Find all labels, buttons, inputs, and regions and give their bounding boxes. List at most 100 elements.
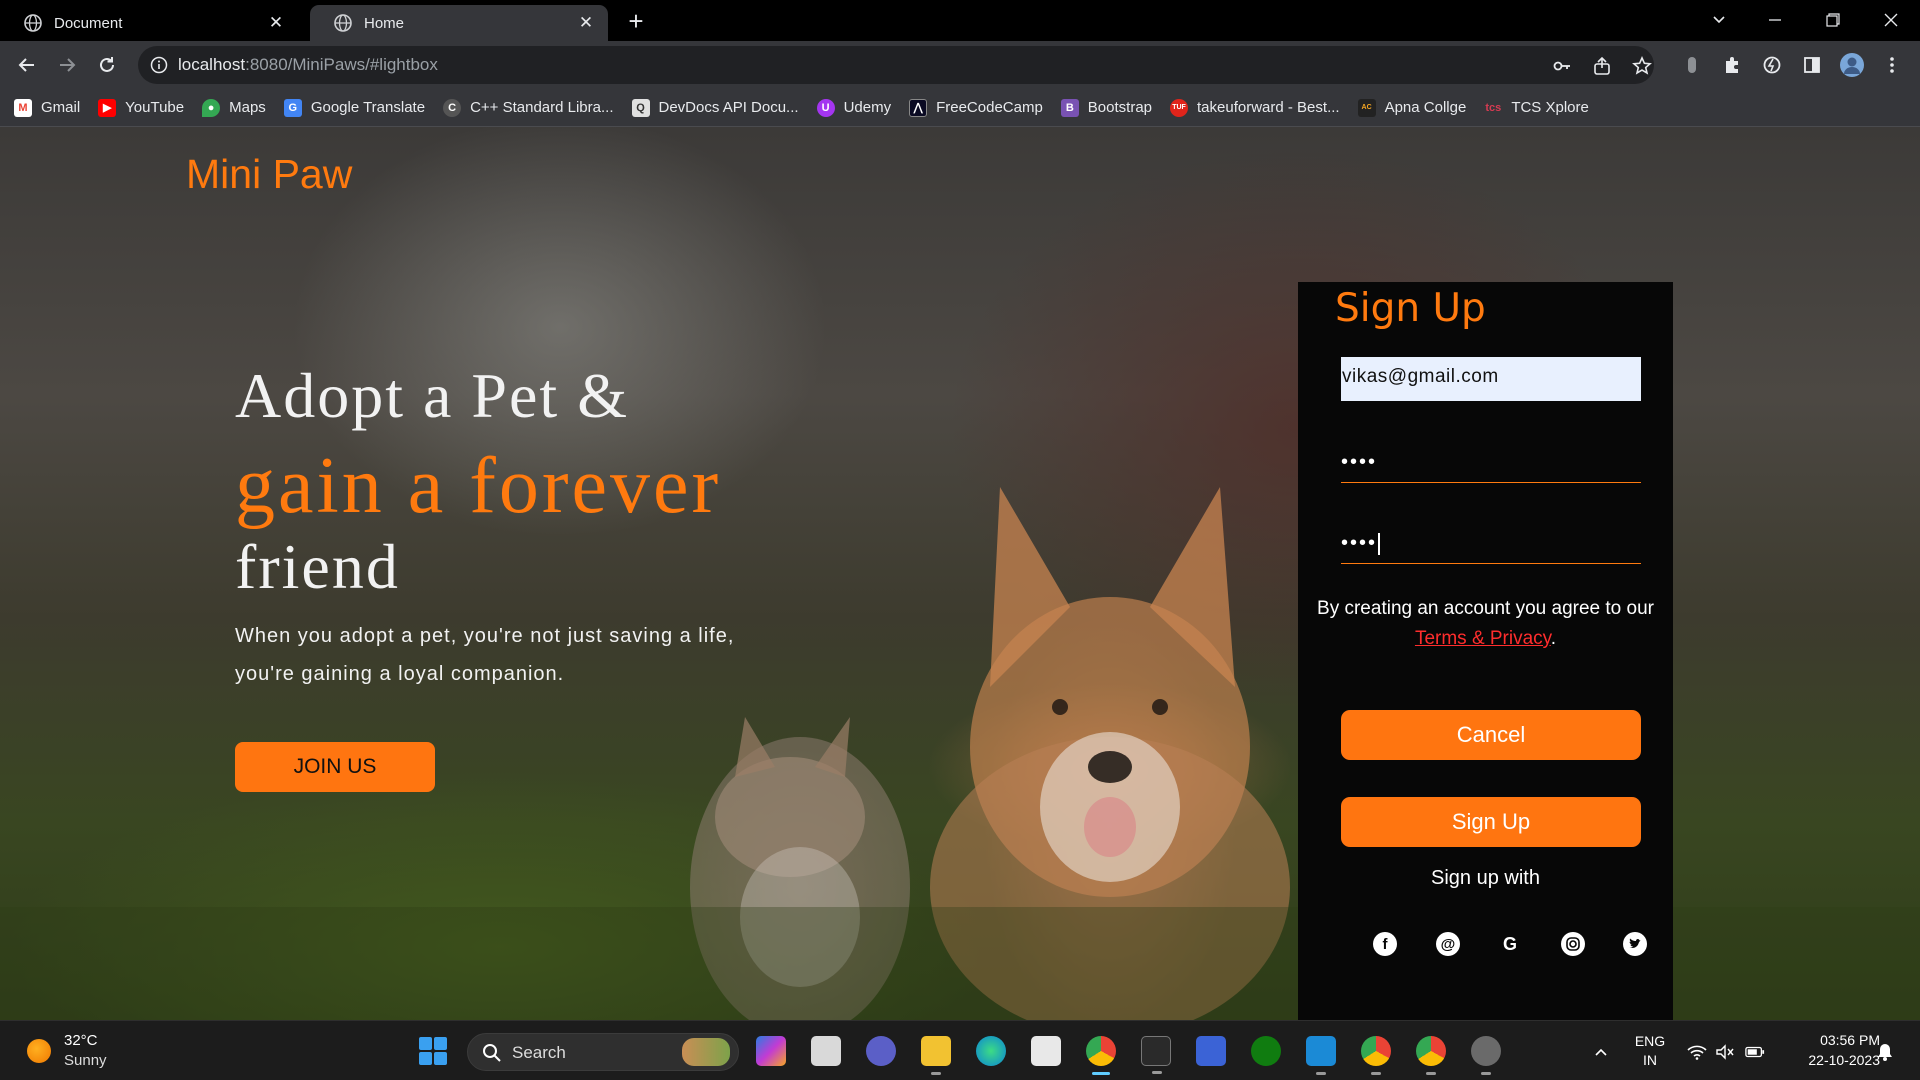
task-view-icon[interactable] <box>811 1036 841 1066</box>
bookmark-maps[interactable]: ● Maps <box>202 98 266 117</box>
store-icon[interactable] <box>1031 1036 1061 1066</box>
signup-title: Sign Up <box>1335 286 1486 331</box>
minimize-button[interactable] <box>1752 4 1798 36</box>
bookmark-bootstrap[interactable]: B Bootstrap <box>1060 98 1152 117</box>
translate-icon: G <box>283 98 302 117</box>
hero-heading-line2: gain a forever <box>235 442 722 530</box>
site-info-icon[interactable] <box>150 56 168 74</box>
bookmarks-bar: M Gmail ▶ YouTube ● Maps G Google Translate … <box>0 89 1920 127</box>
new-tab-button[interactable]: + <box>622 8 650 36</box>
wifi-icon[interactable] <box>1687 1042 1707 1062</box>
bookmark-takeuforward[interactable]: TUF takeuforward - Best... <box>1170 98 1340 117</box>
signup-button[interactable]: Sign Up <box>1341 797 1641 847</box>
maps-icon: ● <box>202 98 221 117</box>
gmail-icon: M <box>14 98 32 117</box>
copilot-icon[interactable] <box>756 1036 786 1066</box>
teams-chat-icon[interactable] <box>866 1036 896 1066</box>
globe-icon <box>334 14 352 32</box>
bookmark-gmail[interactable]: M Gmail <box>14 98 80 117</box>
confirm-password-field[interactable]: •••• <box>1341 520 1641 564</box>
tab-search-icon[interactable] <box>1696 4 1742 36</box>
devdocs-icon: Q <box>631 98 650 117</box>
file-explorer-icon[interactable] <box>921 1036 951 1075</box>
password-field[interactable]: •••• <box>1341 439 1641 483</box>
search-label: Search <box>512 1043 566 1062</box>
puzzle-extensions-icon[interactable] <box>1716 49 1748 81</box>
bookmark-cpp-reference[interactable]: C C++ Standard Libra... <box>443 98 614 117</box>
vscode-icon[interactable] <box>1306 1036 1336 1075</box>
windows-taskbar: 32°C Sunny Search ENG IN 03:56 PM 22-10-… <box>0 1020 1920 1080</box>
bookmark-apna-college[interactable]: AC Apna Collge <box>1357 98 1466 117</box>
chrome-profile-2-icon[interactable] <box>1416 1036 1446 1075</box>
brand-logo-text[interactable]: Mini Paw <box>186 151 352 198</box>
menu-kebab-icon[interactable] <box>1876 49 1908 81</box>
tab-strip: Document ✕ Home ✕ + <box>0 0 1920 41</box>
threads-icon[interactable]: @ <box>1436 932 1460 956</box>
taskbar-search-box[interactable]: Search <box>467 1033 739 1071</box>
text-caret <box>1378 532 1381 555</box>
terminal-icon[interactable] <box>1141 1036 1171 1074</box>
udemy-icon: U <box>816 98 835 117</box>
tab-title: Document <box>54 14 123 32</box>
twitter-icon[interactable] <box>1623 932 1647 956</box>
bookmark-google-translate[interactable]: G Google Translate <box>283 98 425 117</box>
performance-icon[interactable] <box>1756 49 1788 81</box>
settings-icon[interactable] <box>1471 1036 1501 1075</box>
search-highlight-image <box>682 1038 730 1066</box>
weather-temperature[interactable]: 32°C <box>64 1032 98 1049</box>
terms-notice: By creating an account you agree to our … <box>1317 598 1654 649</box>
clock-date[interactable]: 22-10-2023 <box>1780 1052 1880 1068</box>
close-tab-icon[interactable]: ✕ <box>266 13 286 33</box>
bookmark-youtube[interactable]: ▶ YouTube <box>98 98 184 117</box>
hero-description: When you adopt a pet, you're not just sa… <box>235 625 735 685</box>
xbox-icon[interactable] <box>1251 1036 1281 1066</box>
password-key-icon[interactable] <box>1551 55 1573 77</box>
volume-muted-icon[interactable] <box>1715 1042 1735 1062</box>
side-panel-icon[interactable] <box>1796 49 1828 81</box>
extension-icon[interactable] <box>1676 49 1708 81</box>
tab-document[interactable]: Document ✕ <box>0 5 298 41</box>
tcs-icon: tcs <box>1485 101 1502 114</box>
chrome-profile-icon[interactable] <box>1361 1036 1391 1075</box>
region-indicator[interactable]: IN <box>1630 1052 1670 1068</box>
reload-icon[interactable] <box>91 49 123 81</box>
sun-weather-icon[interactable] <box>27 1039 51 1063</box>
battery-icon[interactable] <box>1745 1042 1765 1062</box>
forward-icon[interactable] <box>51 49 83 81</box>
browser-toolbar: localhost:8080/MiniPaws/#lightbox <box>0 41 1920 89</box>
hero-heading-line3: friend <box>235 531 400 602</box>
cancel-button[interactable]: Cancel <box>1341 710 1641 760</box>
app-icon[interactable] <box>1196 1036 1226 1066</box>
share-icon[interactable] <box>1591 55 1613 77</box>
email-field[interactable]: vikas@gmail.com <box>1341 357 1641 401</box>
bookmark-devdocs[interactable]: Q DevDocs API Docu... <box>631 98 799 117</box>
bookmark-star-icon[interactable] <box>1631 55 1653 77</box>
language-indicator[interactable]: ENG <box>1630 1033 1670 1049</box>
tab-home[interactable]: Home ✕ <box>310 5 608 41</box>
facebook-icon[interactable]: f <box>1373 932 1397 956</box>
bookmark-tcs-xplore[interactable]: tcs TCS Xplore <box>1484 99 1588 117</box>
edge-icon[interactable] <box>976 1036 1006 1066</box>
instagram-icon[interactable] <box>1561 932 1585 956</box>
restore-button[interactable] <box>1810 4 1856 36</box>
bookmark-udemy[interactable]: U Udemy <box>816 98 891 117</box>
windows-start-icon[interactable] <box>419 1037 447 1065</box>
address-bar[interactable]: localhost:8080/MiniPaws/#lightbox <box>138 46 1654 84</box>
takeuforward-icon: TUF <box>1170 98 1189 117</box>
back-icon[interactable] <box>11 49 43 81</box>
bootstrap-icon: B <box>1060 98 1079 117</box>
close-tab-icon[interactable]: ✕ <box>576 13 596 33</box>
youtube-icon: ▶ <box>98 98 117 117</box>
weather-condition[interactable]: Sunny <box>64 1052 107 1069</box>
terms-privacy-link[interactable]: Terms & Privacy <box>1415 628 1551 649</box>
profile-avatar[interactable] <box>1836 49 1868 81</box>
bookmark-freecodecamp[interactable]: ⋀ FreeCodeCamp <box>909 98 1043 117</box>
clock-time[interactable]: 03:56 PM <box>1780 1032 1880 1048</box>
chevron-up-icon[interactable] <box>1591 1042 1611 1062</box>
google-icon[interactable]: G <box>1498 932 1522 956</box>
close-window-button[interactable] <box>1868 4 1914 36</box>
signup-with-label: Sign up with <box>1431 867 1540 889</box>
join-us-button[interactable]: JOIN US <box>235 742 435 792</box>
notification-bell-icon[interactable] <box>1875 1042 1895 1062</box>
chrome-icon[interactable] <box>1086 1036 1116 1075</box>
